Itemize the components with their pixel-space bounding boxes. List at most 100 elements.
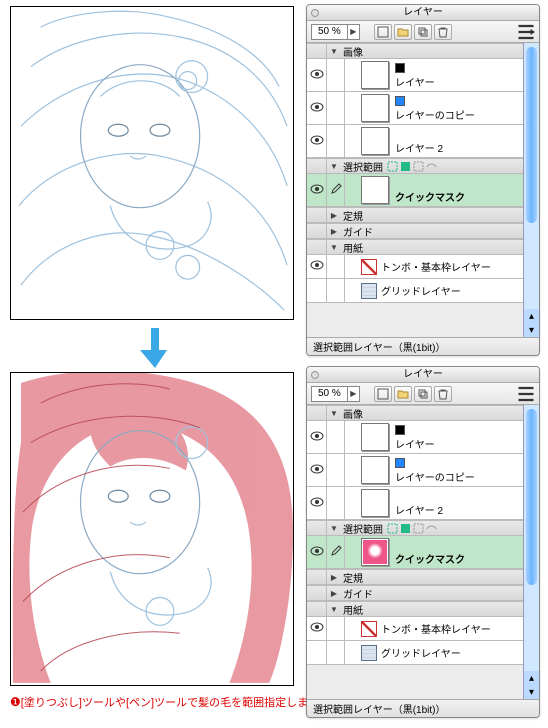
layer-item[interactable]: トンボ・基本枠レイヤー [307,255,523,279]
group-ruler[interactable]: 定規 [307,207,523,223]
new-layer-button[interactable] [374,24,392,40]
layer-thumbnail [361,61,389,89]
artwork-before [10,6,294,320]
lock-toggle[interactable] [327,421,345,453]
panel-menu-button[interactable] [517,24,535,40]
new-folder-button[interactable] [394,386,412,402]
layer-item-quickmask[interactable]: クイックマスク [307,174,523,207]
new-layer-button[interactable] [374,386,392,402]
layer-item[interactable]: グリッドレイヤー [307,641,523,665]
panel-titlebar[interactable]: レイヤー [307,367,539,383]
layer-thumbnail [361,489,389,517]
visibility-toggle[interactable] [307,59,327,91]
scroll-up-button[interactable]: ▴ [524,309,539,323]
visibility-toggle[interactable] [307,641,327,664]
visibility-toggle[interactable] [307,279,327,302]
grid-icon [361,283,377,299]
layer-name: グリッドレイヤー [381,645,461,660]
group-image[interactable]: 画像 [307,405,523,421]
lock-toggle[interactable] [327,454,345,486]
scroll-down-button[interactable]: ▾ [524,323,539,337]
delete-button[interactable] [434,386,452,402]
caption-text: ❶[塗りつぶし]ツールや[ペン]ツールで髪の毛を範囲指定しました。 [10,694,341,711]
layer-item-quickmask[interactable]: クイックマスク [307,536,523,569]
panel-titlebar[interactable]: レイヤー [307,5,539,21]
group-selection[interactable]: 選択範囲 [307,520,523,536]
visibility-toggle[interactable] [307,92,327,124]
scrollbar[interactable]: ▴ ▾ [523,43,539,337]
panel-title: レイヤー [403,7,443,18]
scroll-thumb[interactable] [526,409,537,585]
group-guide[interactable]: ガイド [307,585,523,601]
group-paper[interactable]: 用紙 [307,239,523,255]
layers-panel-before: レイヤー 50 % 画像 レイヤー [306,4,540,356]
layer-name: レイヤー [395,436,435,451]
layer-item[interactable]: トンボ・基本枠レイヤー [307,617,523,641]
artwork-after [10,372,294,686]
arrow-down-icon [140,328,170,368]
lock-toggle[interactable] [327,92,345,124]
visibility-toggle[interactable] [307,617,327,640]
lock-toggle[interactable] [327,279,345,302]
lock-toggle[interactable] [327,255,345,278]
group-guide[interactable]: ガイド [307,223,523,239]
layer-item[interactable]: グリッドレイヤー [307,279,523,303]
opacity-input[interactable]: 50 % [311,24,360,40]
caption-bullet: ❶ [10,695,21,709]
lock-toggle[interactable] [327,487,345,519]
delete-button[interactable] [434,24,452,40]
opacity-step-icon[interactable] [347,25,359,39]
visibility-toggle[interactable] [307,487,327,519]
duplicate-button[interactable] [414,24,432,40]
lock-toggle[interactable] [327,59,345,91]
draw-toggle[interactable] [327,174,345,206]
no-print-icon [361,621,377,637]
layer-item[interactable]: レイヤー [307,421,523,454]
visibility-toggle[interactable] [307,536,327,568]
draw-toggle[interactable] [327,536,345,568]
new-folder-button[interactable] [394,24,412,40]
layer-thumbnail [361,538,389,566]
group-selection[interactable]: 選択範囲 [307,158,523,174]
sel-mode-icon[interactable] [400,523,411,534]
scrollbar[interactable]: ▴ ▾ [523,405,539,699]
visibility-toggle[interactable] [307,421,327,453]
group-ruler[interactable]: 定規 [307,569,523,585]
sel-mode-icon[interactable] [426,161,437,172]
layer-name: トンボ・基本枠レイヤー [381,621,491,636]
sel-mode-icon[interactable] [387,161,398,172]
panel-toolbar: 50 % [307,21,539,43]
close-dot-icon[interactable] [311,9,319,17]
opacity-input[interactable]: 50 % [311,386,360,402]
duplicate-button[interactable] [414,386,432,402]
layer-name: クイックマスク [395,555,465,566]
layer-list: 画像 レイヤー レイヤーのコピー レイヤー 2 [307,43,523,337]
visibility-toggle[interactable] [307,454,327,486]
layer-item[interactable]: レイヤー [307,59,523,92]
layer-item[interactable]: レイヤー 2 [307,125,523,158]
opacity-step-icon[interactable] [347,387,359,401]
scroll-up-button[interactable]: ▴ [524,671,539,685]
visibility-toggle[interactable] [307,174,327,206]
sel-mode-icon[interactable] [426,523,437,534]
grid-icon [361,645,377,661]
sel-mode-icon[interactable] [413,161,424,172]
visibility-toggle[interactable] [307,125,327,157]
sel-mode-icon[interactable] [413,523,424,534]
lock-toggle[interactable] [327,125,345,157]
group-image[interactable]: 画像 [307,43,523,59]
sel-mode-icon[interactable] [387,523,398,534]
visibility-toggle[interactable] [307,255,327,278]
layer-item[interactable]: レイヤーのコピー [307,92,523,125]
layer-item[interactable]: レイヤー 2 [307,487,523,520]
group-paper[interactable]: 用紙 [307,601,523,617]
layer-item[interactable]: レイヤーのコピー [307,454,523,487]
close-dot-icon[interactable] [311,371,319,379]
scroll-down-button[interactable]: ▾ [524,685,539,699]
panel-menu-button[interactable] [517,386,535,402]
lock-toggle[interactable] [327,641,345,664]
sel-mode-icon[interactable] [400,161,411,172]
scroll-thumb[interactable] [526,47,537,223]
lock-toggle[interactable] [327,617,345,640]
layer-name: グリッドレイヤー [381,283,461,298]
